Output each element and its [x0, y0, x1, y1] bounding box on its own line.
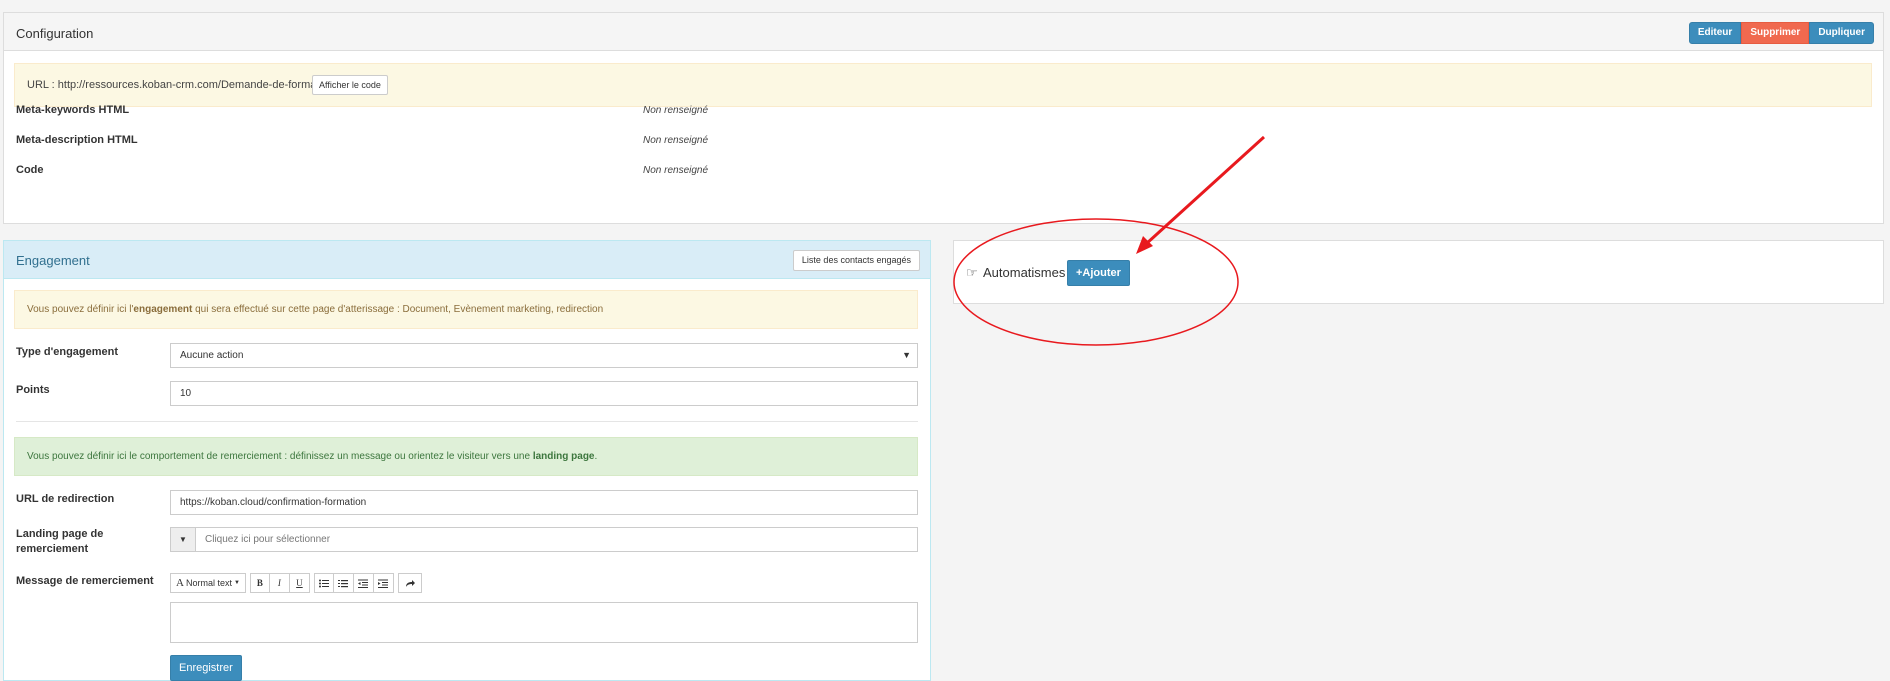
annotation-overlay: [953, 135, 1266, 346]
annotation-ellipse: [953, 218, 1239, 346]
annotation-arrow-shaft: [1144, 135, 1266, 246]
